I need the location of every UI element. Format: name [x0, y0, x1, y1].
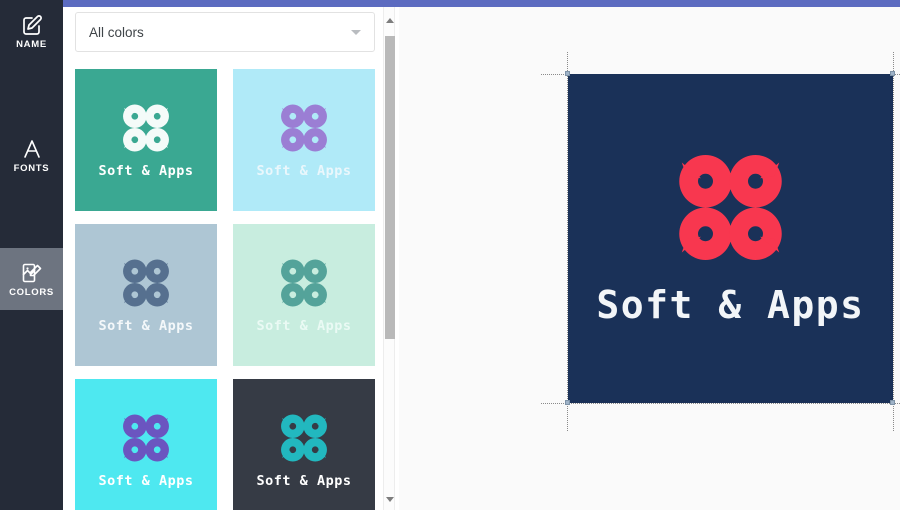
swatch-brand-label: Soft & Apps — [98, 317, 194, 334]
top-bar-rail-segment — [0, 0, 63, 7]
color-swatch-option[interactable]: Soft & Apps — [233, 379, 375, 510]
color-swatch-option[interactable]: Soft & Apps — [75, 224, 217, 366]
panel-scrollbar[interactable] — [383, 7, 395, 510]
edit-pencil-square-icon — [20, 13, 44, 37]
sidebar-nav: NAME FONTS COLORS — [0, 0, 63, 510]
color-swatch-option[interactable]: Soft & Apps — [233, 69, 375, 211]
four-petal-drone-logo — [281, 258, 327, 307]
sidebar-item-label: COLORS — [9, 286, 54, 298]
app-top-accent-bar — [0, 0, 900, 7]
selection-guide-bottom — [541, 403, 900, 404]
swatch-brand-label: Soft & Apps — [98, 472, 194, 489]
swatch-brand-label: Soft & Apps — [256, 472, 352, 489]
four-petal-drone-logo — [281, 413, 327, 462]
selection-guide-right — [893, 52, 894, 431]
four-petal-drone-logo — [123, 413, 169, 462]
selection-handle-top-left[interactable] — [565, 71, 570, 76]
color-swatch-grid: Soft & Apps Soft & Apps Soft & Apps Soft… — [75, 69, 387, 510]
scroll-down-arrow-icon[interactable] — [384, 492, 396, 506]
four-petal-drone-logo — [123, 103, 169, 152]
color-filter-dropdown[interactable]: All colors — [75, 12, 375, 52]
selection-handle-top-right[interactable] — [890, 71, 895, 76]
color-palette-icon — [20, 261, 44, 285]
four-petal-drone-logo — [281, 103, 327, 152]
sidebar-item-label: FONTS — [13, 162, 50, 174]
letter-a-icon — [20, 137, 44, 161]
four-petal-drone-logo — [123, 258, 169, 307]
artboard-brand-label: Soft & Apps — [596, 283, 865, 327]
sidebar-item-fonts[interactable]: FONTS — [0, 124, 63, 186]
swatch-brand-label: Soft & Apps — [256, 317, 352, 334]
color-variants-panel: All colors Soft & Apps Soft & Apps Soft … — [63, 7, 399, 510]
color-filter-value: All colors — [89, 24, 144, 40]
color-swatch-option[interactable]: Soft & Apps — [233, 224, 375, 366]
canvas-stage[interactable]: Soft & Apps — [396, 7, 900, 510]
color-swatch-option[interactable]: Soft & Apps — [75, 379, 217, 510]
chevron-down-icon — [351, 29, 361, 35]
logo-artboard[interactable]: Soft & Apps — [568, 74, 893, 403]
selection-handle-bottom-right[interactable] — [890, 400, 895, 405]
scrollbar-thumb[interactable] — [385, 36, 395, 339]
swatch-brand-label: Soft & Apps — [98, 162, 194, 179]
sidebar-item-label: NAME — [16, 38, 47, 50]
sidebar-item-name[interactable]: NAME — [0, 0, 63, 62]
scroll-up-arrow-icon[interactable] — [384, 13, 396, 27]
selection-handle-bottom-left[interactable] — [565, 400, 570, 405]
four-petal-drone-logo — [679, 155, 782, 260]
swatch-brand-label: Soft & Apps — [256, 162, 352, 179]
sidebar-item-colors[interactable]: COLORS — [0, 248, 63, 310]
color-swatch-option[interactable]: Soft & Apps — [75, 69, 217, 211]
